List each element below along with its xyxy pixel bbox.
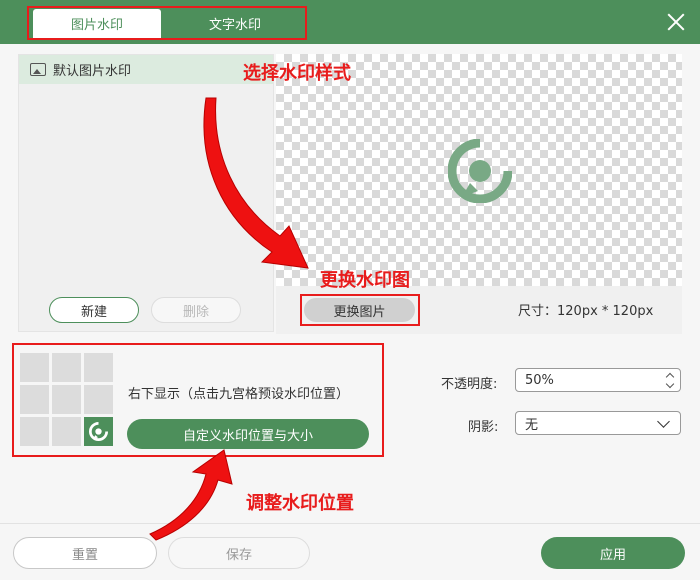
delete-button[interactable]: 删除 xyxy=(151,297,241,323)
watermark-logo-icon xyxy=(89,421,109,441)
grid-cell[interactable] xyxy=(52,353,81,382)
shadow-value: 无 xyxy=(525,417,539,433)
footer-divider xyxy=(0,523,700,524)
grid-cell[interactable] xyxy=(20,385,49,414)
grid-cell[interactable] xyxy=(52,417,81,446)
size-text: 尺寸：120px * 120px xyxy=(518,304,654,319)
opacity-stepper[interactable]: 50% xyxy=(515,368,681,392)
opacity-label: 不透明度: xyxy=(441,377,498,392)
shadow-select[interactable]: 无 xyxy=(515,411,681,435)
shadow-label: 阴影: xyxy=(468,420,499,435)
grid-cell[interactable] xyxy=(84,385,113,414)
grid-cell[interactable] xyxy=(52,385,81,414)
annotation-adjust-position: 调整水印位置 xyxy=(246,493,354,514)
close-icon[interactable] xyxy=(664,10,688,34)
custom-position-button[interactable]: 自定义水印位置与大小 xyxy=(127,419,369,449)
position-grid xyxy=(20,353,113,446)
save-button[interactable]: 保存 xyxy=(168,537,310,569)
tab-text-watermark[interactable]: 文字水印 xyxy=(165,9,305,38)
annotation-arrow-position xyxy=(149,449,233,541)
grid-cell[interactable] xyxy=(20,353,49,382)
watermark-list-panel xyxy=(18,54,274,332)
image-icon xyxy=(30,63,46,76)
annotation-replace-image: 更换水印图 xyxy=(320,270,410,291)
chevron-down-icon xyxy=(657,415,670,428)
position-description: 右下显示（点击九宫格预设水印位置） xyxy=(128,387,350,402)
reset-button[interactable]: 重置 xyxy=(13,537,157,569)
new-button[interactable]: 新建 xyxy=(49,297,139,323)
grid-cell-selected[interactable] xyxy=(84,417,113,446)
watermark-logo-icon xyxy=(448,139,512,203)
watermark-list-item-label: 默认图片水印 xyxy=(53,64,132,79)
grid-cell[interactable] xyxy=(20,417,49,446)
replace-image-button[interactable]: 更换图片 xyxy=(304,298,415,322)
annotation-select-style: 选择水印样式 xyxy=(243,63,351,84)
opacity-value: 50% xyxy=(525,372,554,388)
grid-cell[interactable] xyxy=(84,353,113,382)
watermark-list-item[interactable]: 默认图片水印 xyxy=(19,55,273,84)
apply-button[interactable]: 应用 xyxy=(541,537,685,569)
tab-image-watermark[interactable]: 图片水印 xyxy=(33,9,161,38)
stepper-arrows-icon[interactable] xyxy=(665,370,675,390)
